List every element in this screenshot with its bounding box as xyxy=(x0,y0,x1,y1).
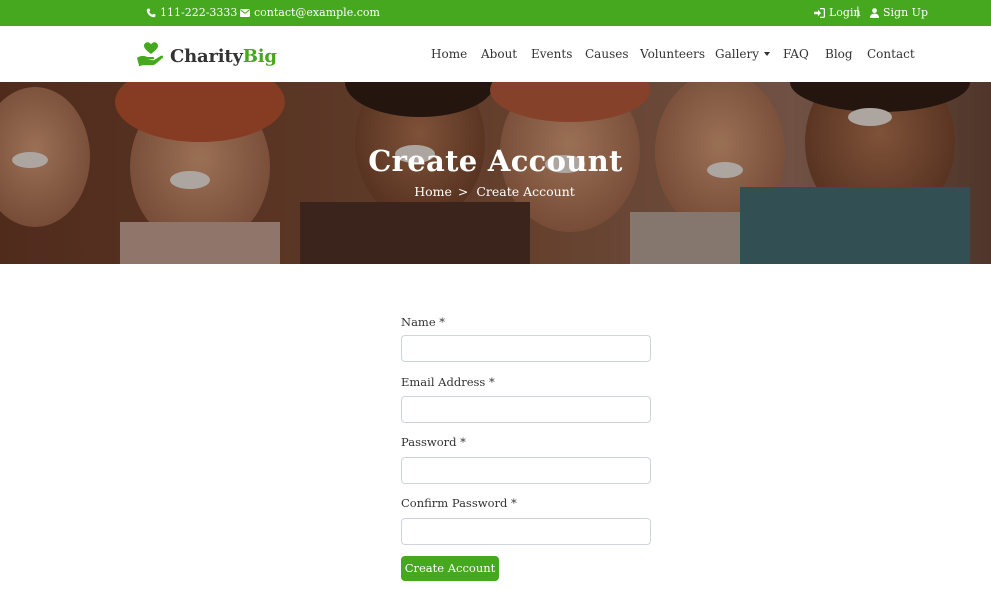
signup-label: Sign Up xyxy=(883,6,928,19)
caret-down-icon xyxy=(764,52,771,56)
login-link[interactable]: Login xyxy=(814,0,861,26)
nav-faq[interactable]: FAQ xyxy=(783,26,809,82)
page-title: Create Account xyxy=(368,144,623,178)
phone-contact[interactable]: 111-222-3333 xyxy=(146,0,237,26)
email-address: contact@example.com xyxy=(254,6,380,19)
user-icon xyxy=(870,8,879,18)
nav-blog[interactable]: Blog xyxy=(825,26,853,82)
nav-gallery-dropdown[interactable]: Gallery xyxy=(715,26,771,82)
breadcrumb: Home > Create Account xyxy=(0,184,991,199)
top-contact-bar: 111-222-3333 contact@example.com Login |… xyxy=(0,0,991,26)
nav-contact[interactable]: Contact xyxy=(867,26,915,82)
nav-events[interactable]: Events xyxy=(531,26,572,82)
brand-name: CharityBig xyxy=(170,46,277,67)
phone-number: 111-222-3333 xyxy=(160,6,238,19)
page-hero-banner: Create Account Home > Create Account xyxy=(0,82,991,264)
create-account-button[interactable]: Create Account xyxy=(401,556,499,581)
brand-name-accent: Big xyxy=(242,45,277,67)
breadcrumb-home-link[interactable]: Home xyxy=(414,184,452,199)
email-label: Email Address * xyxy=(401,375,495,389)
name-input[interactable] xyxy=(401,335,651,362)
signup-link[interactable]: Sign Up xyxy=(870,0,928,26)
brand-name-primary: Charity xyxy=(170,45,243,67)
email-input[interactable] xyxy=(401,396,651,423)
main-navbar: CharityBig Home About Events Causes Volu… xyxy=(0,26,991,82)
brand-logo[interactable]: CharityBig xyxy=(136,41,277,71)
nav-about[interactable]: About xyxy=(481,26,517,82)
envelope-icon xyxy=(240,9,250,17)
email-contact[interactable]: contact@example.com xyxy=(240,0,380,26)
phone-icon xyxy=(146,8,156,18)
nav-volunteers[interactable]: Volunteers xyxy=(640,26,705,82)
sign-in-icon xyxy=(814,8,825,18)
nav-home[interactable]: Home xyxy=(431,26,467,82)
breadcrumb-current: Create Account xyxy=(476,184,575,199)
nav-gallery-label: Gallery xyxy=(715,47,760,61)
password-input[interactable] xyxy=(401,457,651,484)
charity-heart-hand-icon xyxy=(136,41,166,71)
name-label: Name * xyxy=(401,315,446,329)
breadcrumb-separator: > xyxy=(457,184,469,199)
password-label: Password * xyxy=(401,435,466,449)
nav-causes[interactable]: Causes xyxy=(585,26,628,82)
confirm-password-input[interactable] xyxy=(401,518,651,545)
confirm-password-label: Confirm Password * xyxy=(401,496,517,510)
topbar-separator: | xyxy=(856,5,860,18)
